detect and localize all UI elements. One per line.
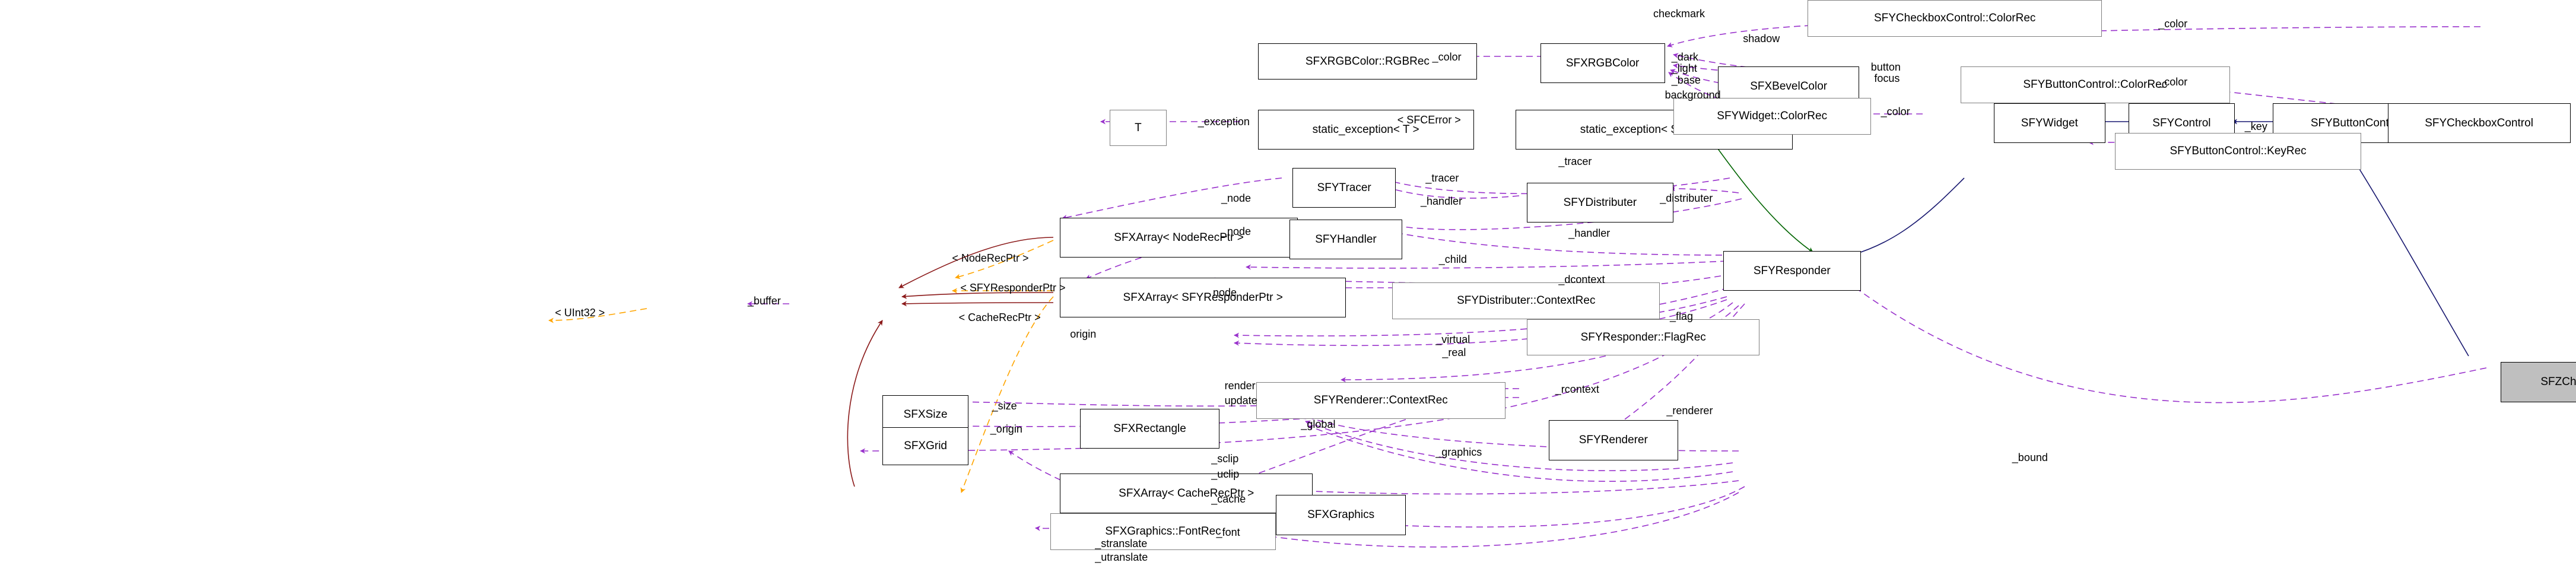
collaboration-diagram-canvas: SFAHeap< Alloc >SFAClusterHeap< Alloc >S… [0, 0, 2576, 572]
edge-label: _utranslate [1095, 551, 1148, 563]
class-node-sfydistributer[interactable]: SFYDistributer [1527, 183, 1673, 223]
edge-label: _real [1442, 347, 1466, 359]
edge-label: _key [2244, 120, 2267, 133]
edge-label: _cache [1211, 492, 1246, 505]
edge-label: _exception [1198, 116, 1250, 128]
edge-label: _child [1438, 253, 1467, 266]
class-node-sfxgraphics[interactable]: SFXGraphics [1276, 495, 1406, 535]
edge-label: _tracer [1425, 172, 1459, 185]
class-node-sfywidget-colorrec[interactable]: SFYWidget::ColorRec [1673, 98, 1871, 135]
class-node-sfxarray-cacherecptr[interactable]: SFXArray< CacheRecPtr > [1060, 474, 1313, 514]
class-node-sfyresponder[interactable]: SFYResponder [1723, 250, 1861, 291]
edge-label: _graphics [1435, 446, 1482, 459]
edge-label: checkmark [1653, 8, 1705, 20]
edge-label: _light [1671, 62, 1697, 75]
edge-label: _node [1221, 192, 1252, 204]
edge-label: < SFYResponderPtr > [960, 282, 1066, 294]
edge-label: _tracer [1558, 155, 1592, 168]
class-node-sfzcheckboxcontrol[interactable]: SFZCheckboxControl [2501, 362, 2576, 402]
edge-label: focus [1874, 72, 1900, 85]
edge-label: button [1870, 61, 1901, 73]
edge-label: _buffer [748, 295, 781, 307]
class-node-sfxrectangle[interactable]: SFXRectangle [1080, 408, 1220, 449]
edge-label: _color [2158, 17, 2188, 30]
class-node-sfxgrid[interactable]: SFXGrid [882, 427, 969, 465]
class-node-sfywidget[interactable]: SFYWidget [1994, 103, 2105, 143]
edge-label: _font [1216, 526, 1240, 538]
edge-label: _color [2158, 75, 2188, 88]
class-node-sfycheckboxcontrol-colorrec[interactable]: SFYCheckboxControl::ColorRec [1808, 0, 2102, 37]
edge-label: _base [1671, 74, 1701, 86]
class-node-sfyrenderer-contextrec[interactable]: SFYRenderer::ContextRec [1256, 382, 1505, 419]
edge-label: _rcontext [1555, 383, 1599, 395]
edge-label: _dcontext [1558, 274, 1605, 285]
class-node-sfyresponder-flagrec[interactable]: SFYResponder::FlagRec [1527, 319, 1760, 356]
edge-label: _node [1221, 225, 1252, 237]
edge-label: _size [992, 399, 1017, 412]
edge-label: < CacheRecPtr > [958, 312, 1041, 324]
edge-label: _dark [1671, 50, 1698, 63]
edge-label: _handler [1568, 227, 1611, 239]
edge-label: _renderer [1666, 405, 1713, 417]
class-node-sfxarray-sfyresponderptr[interactable]: SFXArray< SFYResponderPtr > [1060, 277, 1346, 317]
class-node-sfydistributer-contextrec[interactable]: SFYDistributer::ContextRec [1392, 282, 1660, 319]
edge-label: _handler [1421, 195, 1463, 208]
edge-label: _color [1432, 50, 1462, 63]
class-node-sfytracer[interactable]: SFYTracer [1292, 167, 1396, 208]
edge-label: < SFCError > [1397, 114, 1461, 126]
edge-label: _stranslate [1095, 538, 1148, 550]
class-node-t[interactable]: T [1110, 109, 1167, 147]
class-node-sfxarray-noderecptr[interactable]: SFXArray< NodeRecPtr > [1060, 217, 1298, 258]
edge-label: update [1224, 395, 1257, 407]
edge-label: node [1213, 287, 1237, 299]
class-node-sfybuttoncontrol-keyrec[interactable]: SFYButtonControl::KeyRec [2115, 133, 2361, 170]
class-node-sfyhandler[interactable]: SFYHandler [1289, 219, 1403, 259]
edge-label: _uclip [1211, 468, 1240, 480]
class-node-sfxgraphics-fontrec[interactable]: SFXGraphics::FontRec [1050, 513, 1276, 550]
class-node-sfybuttoncontrol-colorrec[interactable]: SFYButtonControl::ColorRec [1961, 66, 2230, 103]
edge-label: _global [1301, 418, 1336, 430]
class-node-sfycheckboxcontrol[interactable]: SFYCheckboxControl [2387, 103, 2571, 143]
edge-label: _virtual [1435, 333, 1470, 345]
edge-label: < NodeRecPtr > [952, 252, 1029, 264]
edge-label: render [1224, 380, 1256, 392]
edge-label: _color [1881, 106, 1910, 118]
class-node-sfyrenderer[interactable]: SFYRenderer [1548, 420, 1678, 460]
edge-label: background [1665, 89, 1721, 101]
edge-label: _origin [990, 423, 1022, 435]
edge-label: _distributer [1660, 192, 1713, 204]
edge-label: origin [1070, 328, 1097, 341]
edge-label: _flag [1670, 310, 1694, 322]
class-node-sfxrgbcolor[interactable]: SFXRGBColor [1540, 43, 1665, 83]
edge-label: shadow [1743, 33, 1780, 45]
edge-label: < UInt32 > [555, 307, 605, 319]
edge-label: _sclip [1211, 453, 1239, 465]
edge-label: _bound [2012, 451, 2048, 463]
